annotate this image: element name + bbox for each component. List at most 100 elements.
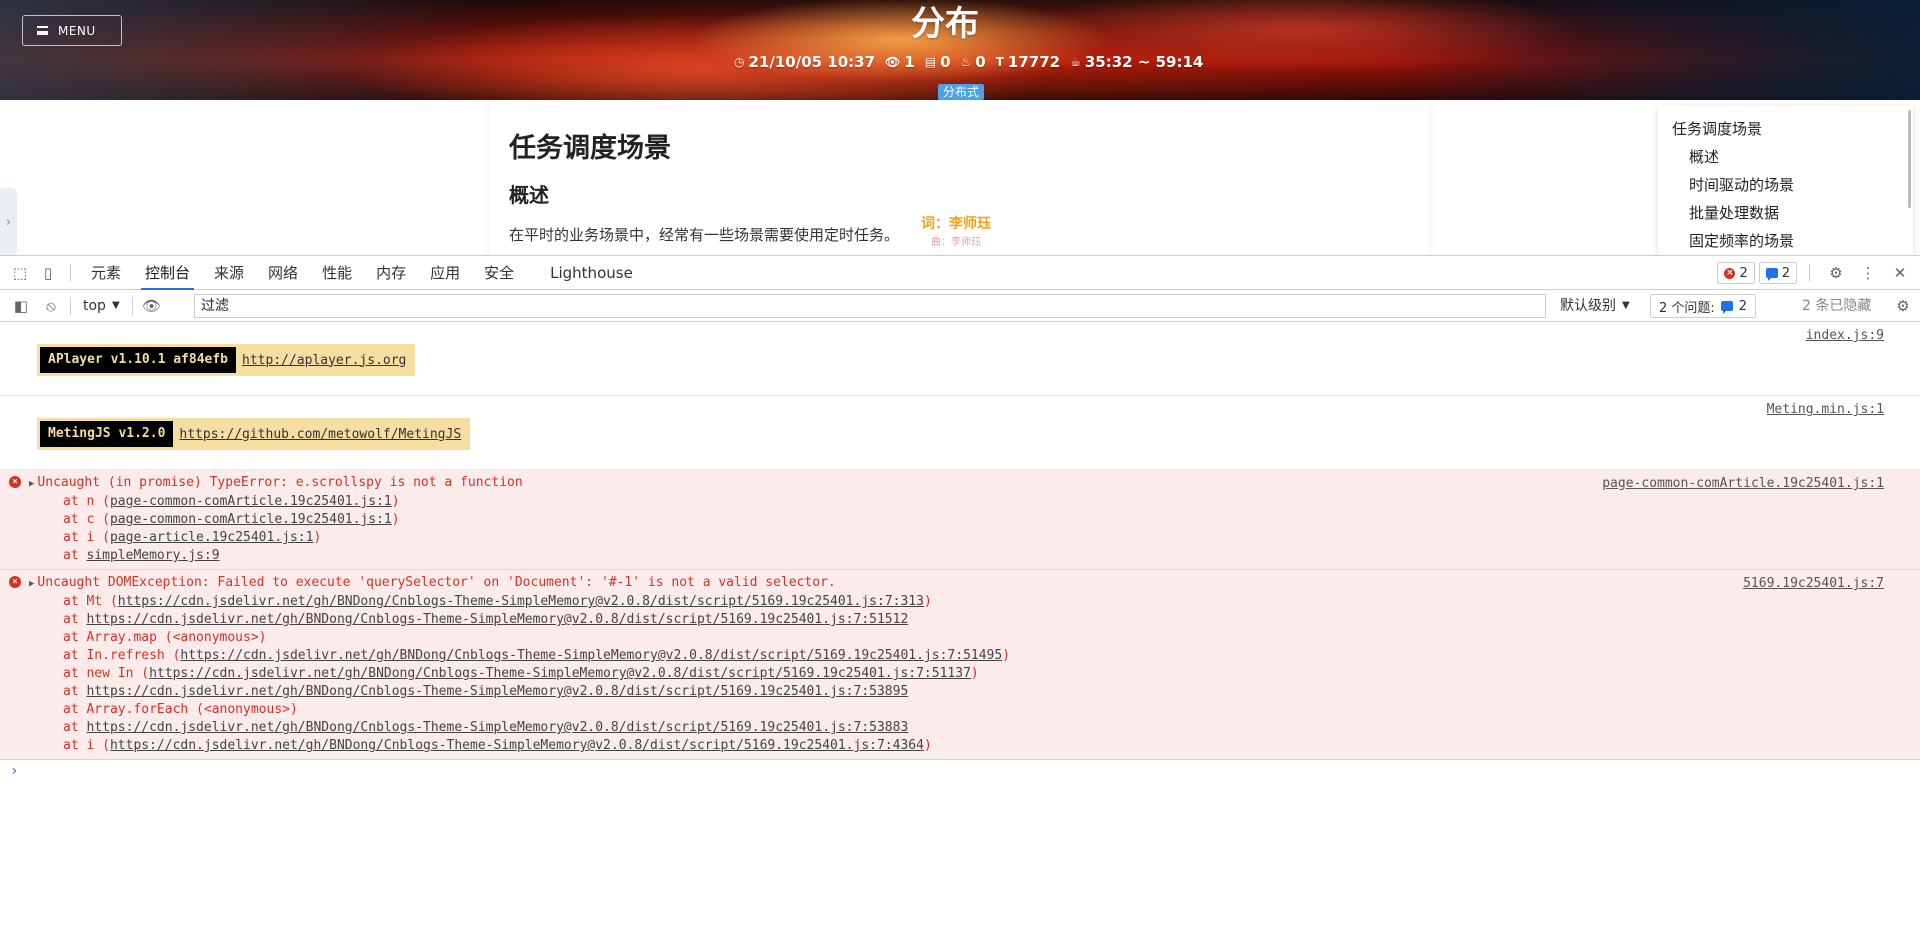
stack-frame: at Array.map (<anonymous>) [29, 629, 1920, 647]
sidebar-toggle[interactable]: › [0, 188, 17, 255]
stack-frame: at https://cdn.jsdelivr.net/gh/BNDong/Cn… [29, 719, 1920, 737]
frame-prefix: at new In ( [63, 666, 150, 681]
post-meta: ◷ 21/10/05 10:37 👁 1 ▤ 0 ♨ 0 T 17772 ☕ 35:32 ~… [734, 53, 1203, 71]
library-link[interactable]: http://aplayer.js.org [236, 353, 412, 368]
console-output: APlayer v1.10.1 af84efb http://aplayer.j… [0, 322, 1920, 784]
word-count: 17772 [1007, 53, 1061, 71]
frame-link[interactable]: https://cdn.jsdelivr.net/gh/BNDong/Cnblo… [86, 684, 908, 699]
stack-frame: at c (page-common-comArticle.19c25401.js… [29, 511, 1920, 529]
lyric-line-1: 词：李师珏 [921, 216, 991, 232]
toc-item[interactable]: 概述 [1672, 146, 1913, 174]
article-paragraph: 在平时的业务场景中，经常有一些场景需要使用定时任务。 [509, 226, 900, 244]
frame-link[interactable]: https://cdn.jsdelivr.net/gh/BNDong/Cnblo… [149, 666, 971, 681]
dropdown-arrow-icon: ▼ [1622, 300, 1630, 311]
tab-security[interactable]: 安全 [472, 256, 526, 290]
console-prompt[interactable]: › [0, 760, 1920, 784]
message-count-badge[interactable]: 2 [1758, 262, 1797, 284]
toc-item[interactable]: 任务调度场景 [1672, 118, 1913, 146]
frame-prefix: at Array.forEach (<anonymous>) [63, 702, 298, 717]
divider [1809, 264, 1810, 282]
close-icon[interactable]: ✕ [1886, 256, 1914, 290]
frame-prefix: at i ( [63, 738, 110, 753]
error-count-badge[interactable]: × 2 [1717, 262, 1755, 284]
error-icon: × [9, 576, 21, 588]
expand-triangle-icon[interactable]: ▶ [29, 479, 34, 489]
message-icon [1765, 268, 1778, 281]
frame-suffix: ) [970, 666, 979, 681]
read-time: 35:32 ~ 59:14 [1084, 53, 1204, 71]
toc-item[interactable]: 固定频率的场景 [1672, 230, 1913, 255]
tab-sources[interactable]: 来源 [202, 256, 256, 290]
inspect-element-icon[interactable]: ⬚ [6, 256, 34, 290]
stack-frame: at i (https://cdn.jsdelivr.net/gh/BNDong… [29, 737, 1920, 755]
console-log-row: MetingJS v1.2.0 https://github.com/metow… [0, 396, 1920, 470]
toc-item[interactable]: 批量处理数据 [1672, 202, 1913, 230]
stack-frame: at i (page-article.19c25401.js:1) [29, 529, 1920, 547]
table-of-contents: 任务调度场景 概述 时间驱动的场景 批量处理数据 固定频率的场景 [1658, 106, 1913, 255]
library-link[interactable]: https://github.com/metowolf/MetingJS [173, 427, 467, 442]
clear-console-icon[interactable]: ⦸ [36, 291, 66, 321]
error-count: 2 [1739, 265, 1748, 281]
frame-link[interactable]: https://cdn.jsdelivr.net/gh/BNDong/Cnblo… [86, 612, 908, 627]
frame-prefix: at In.refresh ( [63, 648, 181, 663]
library-name: APlayer v1.10.1 af84efb [40, 347, 237, 373]
tab-network[interactable]: 网络 [256, 256, 310, 290]
more-options-icon[interactable]: ⋮ [1854, 256, 1882, 290]
frame-suffix: ) [1002, 648, 1011, 663]
source-link[interactable]: 5169.19c25401.js:7 [1743, 576, 1884, 591]
frame-suffix: ) [923, 594, 932, 609]
frame-link[interactable]: https://cdn.jsdelivr.net/gh/BNDong/Cnblo… [86, 720, 908, 735]
source-link[interactable]: page-common-comArticle.19c25401.js:1 [1602, 476, 1884, 491]
context-select[interactable]: top ▼ [75, 298, 128, 314]
error-message[interactable]: ▶ Uncaught DOMException: Failed to execut… [29, 574, 1920, 593]
frame-link[interactable]: https://cdn.jsdelivr.net/gh/BNDong/Cnblo… [180, 648, 1002, 663]
source-link[interactable]: index.js:9 [1806, 328, 1884, 343]
tab-lighthouse[interactable]: Lighthouse [538, 256, 645, 290]
devtools-tabbar-actions: × 2 2 ⚙ ⋮ ✕ [1717, 256, 1920, 290]
expand-triangle-icon[interactable]: ▶ [29, 579, 34, 589]
frame-prefix: at [63, 684, 87, 699]
devtools-panel: ⬚ ▯ 元素 控制台 来源 网络 性能 内存 应用 安全 Lighthouse … [0, 255, 1920, 934]
toc-scrollbar[interactable] [1908, 110, 1911, 208]
device-toolbar-icon[interactable]: ▯ [34, 256, 62, 290]
tab-performance[interactable]: 性能 [310, 256, 364, 290]
source-link[interactable]: Meting.min.js:1 [1767, 402, 1884, 417]
issues-label: 2 个问题: [1659, 300, 1715, 316]
live-expression-eye-icon[interactable]: 👁 [137, 291, 167, 321]
tab-console[interactable]: 控制台 [133, 256, 202, 290]
tab-application[interactable]: 应用 [418, 256, 472, 290]
post-tag[interactable]: 分布式 [938, 84, 985, 100]
library-banner: APlayer v1.10.1 af84efb http://aplayer.j… [37, 344, 416, 376]
frame-link[interactable]: page-common-comArticle.19c25401.js:1 [110, 494, 392, 509]
log-level-select[interactable]: 默认级别 ▼ [1556, 294, 1634, 318]
toc-item[interactable]: 时间驱动的场景 [1672, 174, 1913, 202]
tab-memory[interactable]: 内存 [364, 256, 418, 290]
frame-prefix: at Array.map (<anonymous>) [63, 630, 267, 645]
frame-link[interactable]: page-article.19c25401.js:1 [110, 530, 314, 545]
frame-link[interactable]: page-common-comArticle.19c25401.js:1 [110, 512, 392, 527]
console-settings-gear-icon[interactable]: ⚙ [1888, 291, 1918, 321]
console-error-row: × 5169.19c25401.js:7 ▶ Uncaught DOMExcept… [0, 570, 1920, 760]
issues-count: 2 [1738, 298, 1748, 314]
stack-frame: at https://cdn.jsdelivr.net/gh/BNDong/Cn… [29, 611, 1920, 629]
issues-button[interactable]: 2 个问题: 2 [1650, 294, 1757, 318]
stack-frame: at n (page-common-comArticle.19c25401.js… [29, 493, 1920, 511]
frame-link[interactable]: https://cdn.jsdelivr.net/gh/BNDong/Cnblo… [110, 738, 924, 753]
stack-frame: at simpleMemory.js:9 [29, 547, 1920, 565]
frame-link[interactable]: https://cdn.jsdelivr.net/gh/BNDong/Cnblo… [118, 594, 924, 609]
dropdown-arrow-icon: ▼ [111, 300, 120, 311]
coffee-icon: ☕ [1070, 55, 1081, 69]
post-title: 分布 [911, 4, 979, 44]
sidebar-toggle-icon[interactable]: ◧ [6, 291, 36, 321]
chevron-right-icon: › [5, 214, 12, 230]
post-date: 21/10/05 10:37 [748, 53, 876, 71]
frame-link[interactable]: simpleMemory.js:9 [86, 548, 219, 563]
filter-input[interactable] [194, 294, 1546, 318]
context-value: top [83, 297, 106, 314]
divider [131, 296, 133, 315]
frame-suffix: ) [391, 494, 400, 509]
settings-gear-icon[interactable]: ⚙ [1822, 256, 1850, 290]
tab-elements[interactable]: 元素 [79, 256, 133, 290]
like-count: 0 [975, 53, 986, 71]
frame-prefix: at Mt ( [63, 594, 118, 609]
